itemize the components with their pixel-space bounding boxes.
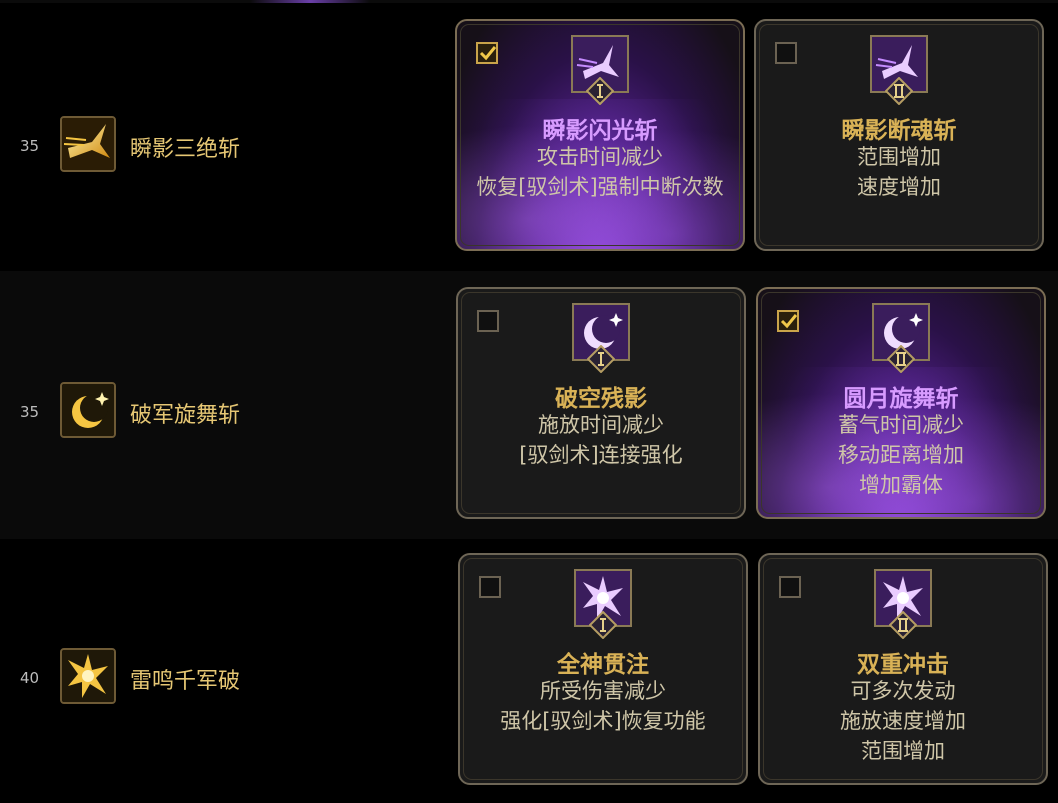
option-title: 破空残影 — [555, 386, 647, 412]
skill-option-card[interactable]: 破空残影 施放时间减少 [驭剑术]连接强化 — [456, 287, 746, 519]
roman-numeral-badge — [588, 610, 618, 640]
skill-option-card[interactable]: 瞬影闪光斩 攻击时间减少 恢复[驭剑术]强制中断次数 — [455, 19, 745, 251]
option-effect: 范围增加 — [857, 145, 941, 169]
option-title: 双重冲击 — [857, 652, 949, 678]
option-effect: 所受伤害减少 — [540, 679, 666, 703]
skill-level: 35 — [20, 137, 40, 155]
option-effect: 施放时间减少 — [538, 413, 664, 437]
option-effect: [驭剑术]连接强化 — [519, 443, 683, 467]
option-title: 瞬影闪光斩 — [542, 118, 658, 144]
skill-row-2: 40 雷鸣千军破 全神贯注 所受伤害减少 强化[驭剑术]恢复功能 双重冲击 可多… — [0, 539, 1058, 803]
crescent-moon-icon — [60, 382, 116, 438]
option-effect: 移动距离增加 — [838, 443, 964, 467]
option-checkbox[interactable] — [477, 310, 499, 332]
option-checkbox[interactable] — [779, 576, 801, 598]
option-title: 全神贯注 — [557, 652, 649, 678]
skill-name: 破军旋舞斩 — [130, 403, 241, 428]
roman-numeral-badge — [886, 344, 916, 374]
option-effect: 恢复[驭剑术]强制中断次数 — [476, 175, 724, 199]
skill-option-card[interactable]: 全神贯注 所受伤害减少 强化[驭剑术]恢复功能 — [458, 553, 748, 785]
sword-swoosh-icon — [60, 116, 116, 172]
skill-name: 雷鸣千军破 — [130, 669, 241, 694]
lightning-burst-icon — [60, 648, 116, 704]
option-effect: 范围增加 — [861, 739, 945, 763]
option-effect: 增加霸体 — [859, 473, 943, 497]
option-checkbox[interactable] — [479, 576, 501, 598]
skill-row-1: 35 破军旋舞斩 破空残影 施放时间减少 [驭剑术]连接强化 圆月旋舞斩 蓄气时… — [0, 271, 1058, 539]
skill-option-card[interactable]: 圆月旋舞斩 蓄气时间减少 移动距离增加 增加霸体 — [756, 287, 1046, 519]
roman-numeral-badge — [884, 76, 914, 106]
option-checkbox[interactable] — [775, 42, 797, 64]
roman-numeral-badge — [586, 344, 616, 374]
option-effect: 蓄气时间减少 — [838, 413, 964, 437]
skill-name: 瞬影三绝斩 — [130, 137, 241, 162]
option-checkbox[interactable] — [777, 310, 799, 332]
skill-level: 35 — [20, 403, 40, 421]
option-effect: 施放速度增加 — [840, 709, 966, 733]
option-effect: 强化[驭剑术]恢复功能 — [500, 709, 706, 733]
option-effect: 可多次发动 — [850, 679, 956, 703]
skill-level: 40 — [20, 669, 40, 687]
skill-row-0: 35 瞬影三绝斩 瞬影闪光斩 攻击时间减少 恢复[驭剑术]强制中断次数 瞬影断魂… — [0, 3, 1058, 271]
roman-numeral-badge — [888, 610, 918, 640]
option-effect: 攻击时间减少 — [537, 145, 663, 169]
skill-option-card[interactable]: 双重冲击 可多次发动 施放速度增加 范围增加 — [758, 553, 1048, 785]
skill-option-card[interactable]: 瞬影断魂斩 范围增加 速度增加 — [754, 19, 1044, 251]
option-effect: 速度增加 — [857, 175, 941, 199]
option-title: 圆月旋舞斩 — [843, 386, 959, 412]
option-title: 瞬影断魂斩 — [841, 118, 957, 144]
roman-numeral-badge — [585, 76, 615, 106]
option-checkbox[interactable] — [476, 42, 498, 64]
